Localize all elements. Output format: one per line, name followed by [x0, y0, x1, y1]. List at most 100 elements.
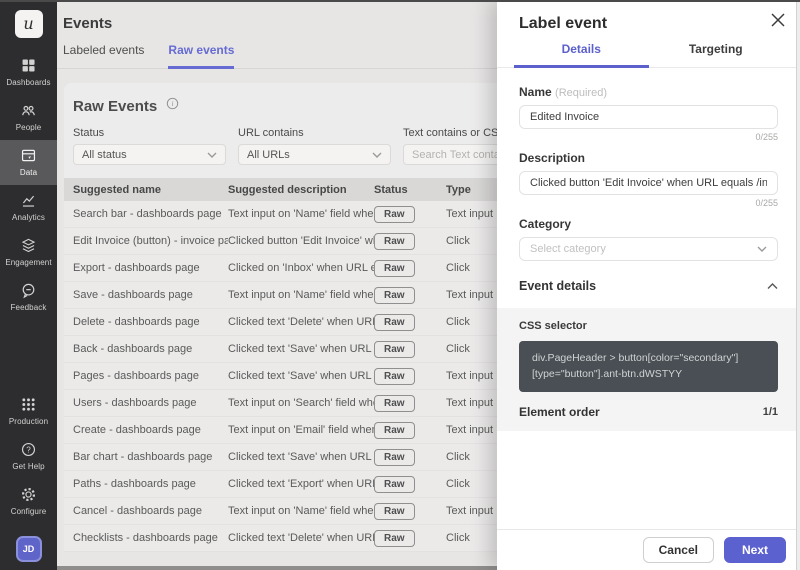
sidebar-item-get-help[interactable]: ? Get Help: [0, 434, 57, 479]
event-suggested-name: Checklists - dashboards page: [73, 532, 228, 544]
sidebar-item-data[interactable]: Data: [0, 140, 57, 185]
event-suggested-name: Save - dashboards page: [73, 289, 228, 301]
sidebar-item-label: Data: [20, 168, 37, 177]
next-button[interactable]: Next: [724, 537, 786, 563]
event-suggested-description: Text input on 'Name' field when…: [228, 208, 374, 220]
help-icon: ?: [20, 441, 37, 458]
svg-text:?: ?: [26, 445, 31, 454]
panel-title: Label event: [497, 0, 800, 33]
event-suggested-description: Clicked text 'Delete' when URL e…: [228, 316, 374, 328]
element-order-label: Element order: [519, 405, 600, 419]
raw-status-badge[interactable]: Raw: [374, 206, 415, 223]
status-filter-group: Status All status: [73, 127, 226, 165]
panel-footer: Cancel Next: [497, 529, 800, 570]
required-hint: (Required): [555, 87, 607, 99]
sidebar-item-production[interactable]: Production: [0, 389, 57, 434]
engagement-icon: [20, 237, 37, 254]
sidebar-item-feedback[interactable]: Feedback: [0, 275, 57, 320]
event-suggested-name: Cancel - dashboards page: [73, 505, 228, 517]
sidebar-item-configure[interactable]: Configure: [0, 479, 57, 524]
raw-status-badge[interactable]: Raw: [374, 449, 415, 466]
event-suggested-description: Clicked button 'Edit Invoice' whe…: [228, 235, 374, 247]
analytics-icon: [20, 192, 37, 209]
column-status: Status: [374, 184, 446, 196]
sidebar-nav: Dashboards People Data Analytics Engagem…: [0, 50, 57, 320]
tab-raw-events[interactable]: Raw events: [168, 43, 234, 69]
raw-status-badge[interactable]: Raw: [374, 233, 415, 250]
svg-text:i: i: [172, 100, 174, 108]
chevron-down-icon: [372, 149, 382, 161]
production-icon: [20, 396, 37, 413]
event-details-toggle[interactable]: Event details: [519, 277, 778, 308]
sidebar-item-label: Analytics: [12, 213, 45, 222]
raw-status-badge[interactable]: Raw: [374, 476, 415, 493]
chevron-up-icon: [767, 277, 778, 295]
sidebar-item-label: Engagement: [5, 258, 51, 267]
data-icon: [20, 147, 37, 164]
event-suggested-description: Clicked text 'Delete' when URL e…: [228, 532, 374, 544]
sidebar-item-analytics[interactable]: Analytics: [0, 185, 57, 230]
sidebar-item-label: People: [16, 123, 42, 132]
sidebar-item-label: Get Help: [12, 462, 44, 471]
raw-status-badge[interactable]: Raw: [374, 341, 415, 358]
status-filter-select[interactable]: All status: [73, 144, 226, 165]
event-suggested-name: Edit Invoice (button) - invoice page: [73, 235, 228, 247]
user-avatar[interactable]: JD: [16, 536, 42, 562]
raw-status-badge[interactable]: Raw: [374, 395, 415, 412]
category-select[interactable]: Select category: [519, 237, 778, 261]
configure-icon: [20, 486, 37, 503]
event-suggested-description: Clicked text 'Export' when URL e…: [228, 478, 374, 490]
sidebar-item-label: Configure: [11, 507, 47, 516]
event-suggested-description: Clicked text 'Save' when URL eq…: [228, 343, 374, 355]
scrollbar-track[interactable]: [796, 0, 800, 570]
category-field-label: Category: [519, 217, 778, 231]
sidebar-item-people[interactable]: People: [0, 95, 57, 140]
description-field[interactable]: [519, 171, 778, 195]
event-suggested-name: Create - dashboards page: [73, 424, 228, 436]
panel-tab-bar: Details Targeting: [497, 42, 800, 68]
event-suggested-description: Clicked text 'Save' when URL eq…: [228, 370, 374, 382]
raw-status-badge[interactable]: Raw: [374, 287, 415, 304]
name-field-label: Name (Required): [519, 85, 778, 99]
raw-events-title: Raw Events: [73, 98, 157, 115]
raw-status-badge[interactable]: Raw: [374, 503, 415, 520]
logo-letter: u: [23, 16, 33, 32]
raw-status-badge[interactable]: Raw: [374, 260, 415, 277]
column-suggested-description: Suggested description: [228, 184, 374, 196]
event-details-title: Event details: [519, 279, 596, 293]
raw-status-badge[interactable]: Raw: [374, 314, 415, 331]
feedback-icon: [20, 282, 37, 299]
category-placeholder: Select category: [530, 243, 606, 255]
event-suggested-name: Delete - dashboards page: [73, 316, 228, 328]
raw-status-badge[interactable]: Raw: [374, 530, 415, 547]
tab-targeting[interactable]: Targeting: [649, 42, 784, 67]
status-filter-value: All status: [82, 149, 127, 161]
url-filter-select[interactable]: All URLs: [238, 144, 391, 165]
close-icon[interactable]: [769, 11, 787, 29]
url-filter-group: URL contains All URLs: [238, 127, 391, 165]
event-suggested-description: Text input on 'Search' field whe…: [228, 397, 374, 409]
tab-details[interactable]: Details: [514, 42, 649, 68]
event-details-section: CSS selector div.PageHeader > button[col…: [497, 308, 800, 431]
userpilot-logo[interactable]: u: [15, 10, 43, 38]
raw-status-badge[interactable]: Raw: [374, 368, 415, 385]
event-suggested-description: Clicked on 'Inbox' when URL eq…: [228, 262, 374, 274]
event-suggested-name: Users - dashboards page: [73, 397, 228, 409]
raw-status-badge[interactable]: Raw: [374, 422, 415, 439]
sidebar-item-dashboards[interactable]: Dashboards: [0, 50, 57, 95]
name-field[interactable]: [519, 105, 778, 129]
status-filter-label: Status: [73, 127, 226, 139]
label-event-panel: Label event Details Targeting Name (Requ…: [497, 0, 800, 570]
tab-labeled-events[interactable]: Labeled events: [63, 43, 144, 68]
description-field-label: Description: [519, 151, 778, 165]
sidebar: u Dashboards People Data Analytics: [0, 0, 57, 570]
event-suggested-description: Text input on 'Name' field when…: [228, 505, 374, 517]
event-suggested-name: Pages - dashboards page: [73, 370, 228, 382]
event-suggested-description: Clicked text 'Save' when URL eq…: [228, 451, 374, 463]
info-icon[interactable]: i: [166, 97, 179, 115]
name-char-counter: 0/255: [519, 132, 778, 142]
sidebar-item-engagement[interactable]: Engagement: [0, 230, 57, 275]
css-selector-value: div.PageHeader > button[color="secondary…: [519, 341, 778, 392]
event-suggested-description: Text input on 'Name' field when…: [228, 289, 374, 301]
cancel-button[interactable]: Cancel: [643, 537, 714, 563]
